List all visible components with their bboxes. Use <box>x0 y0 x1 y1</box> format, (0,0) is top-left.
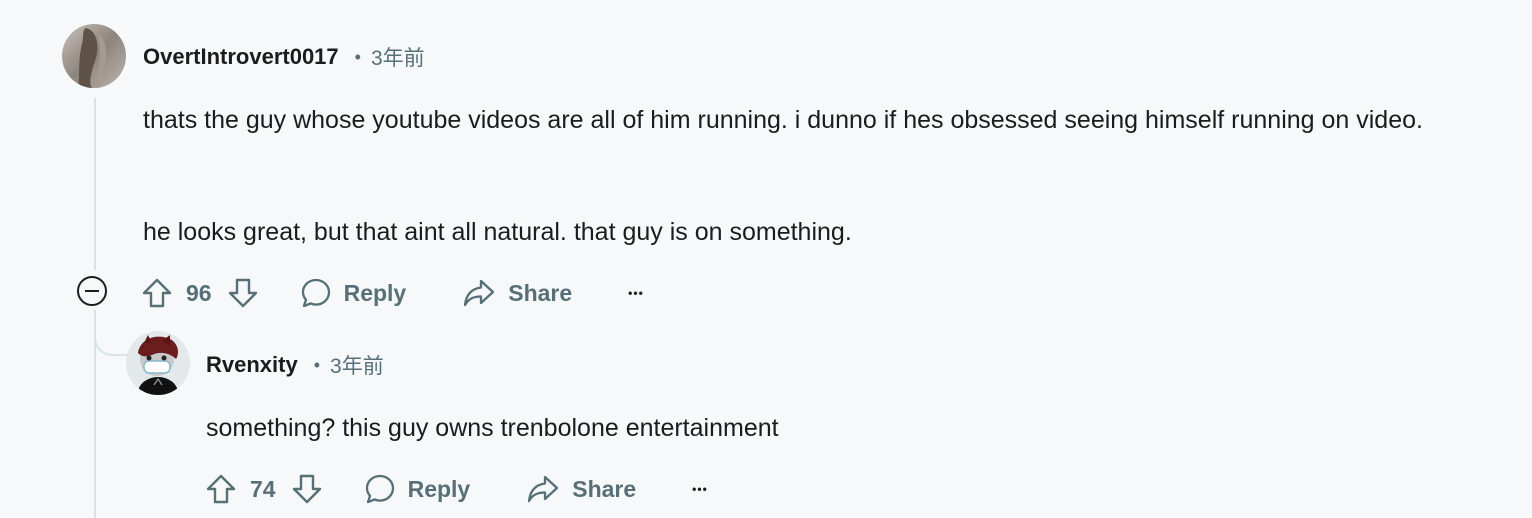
avatar-image <box>62 24 126 88</box>
share-label: Share <box>508 279 573 306</box>
speech-bubble-icon <box>365 474 394 504</box>
collapse-thread-button[interactable] <box>77 276 107 306</box>
timestamp[interactable]: 3年前 <box>330 350 384 380</box>
more-options-button[interactable]: ••• <box>628 286 644 300</box>
separator-dot: • <box>313 354 321 375</box>
upvote-arrow-icon[interactable] <box>204 472 238 506</box>
share-arrow-icon <box>528 475 559 503</box>
comment-body-paragraph: he looks great, but that aint all natura… <box>143 218 852 246</box>
downvote-arrow-icon[interactable] <box>290 472 324 506</box>
username[interactable]: OvertIntrovert0017 <box>143 44 339 70</box>
upvote-arrow-icon[interactable] <box>140 276 174 310</box>
thread-connector <box>94 314 132 356</box>
downvote-arrow-icon[interactable] <box>226 276 260 310</box>
comment-thread: OvertIntrovert0017 • 3年前 thats the guy w… <box>0 0 1532 518</box>
vote-count: 96 <box>186 279 212 306</box>
comment-body-paragraph: something? this guy owns trenbolone ente… <box>206 414 779 442</box>
comment-meta: Rvenxity • 3年前 <box>206 350 384 380</box>
reply-label: Reply <box>407 475 471 502</box>
username[interactable]: Rvenxity <box>206 352 298 378</box>
avatar-image <box>126 331 190 395</box>
reply-button[interactable]: Reply <box>364 473 471 505</box>
reply-button[interactable]: Reply <box>300 277 407 309</box>
comment-actions: 74 Reply Share ••• <box>204 470 708 508</box>
reply-label: Reply <box>343 279 407 306</box>
thread-line[interactable] <box>94 98 96 270</box>
share-arrow-icon <box>464 279 495 307</box>
avatar[interactable] <box>62 24 126 88</box>
speech-bubble-icon <box>301 278 330 308</box>
vote-count: 74 <box>250 475 276 502</box>
comment-actions: 96 Reply Share ••• <box>140 274 644 312</box>
timestamp[interactable]: 3年前 <box>371 42 425 72</box>
comment-body-paragraph: thats the guy whose youtube videos are a… <box>143 106 1423 134</box>
comment-meta: OvertIntrovert0017 • 3年前 <box>143 42 425 72</box>
more-options-button[interactable]: ••• <box>692 482 708 496</box>
share-button[interactable]: Share <box>526 473 636 505</box>
separator-dot: • <box>354 46 361 67</box>
share-label: Share <box>572 475 637 502</box>
share-button[interactable]: Share <box>462 277 572 309</box>
avatar[interactable] <box>126 331 190 395</box>
minus-circle-icon <box>85 290 99 292</box>
